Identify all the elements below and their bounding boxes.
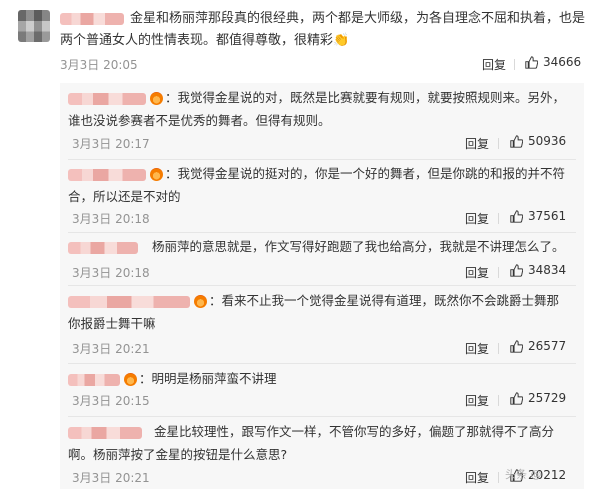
blurred-username[interactable] [68, 92, 146, 105]
fire-badge-icon [124, 373, 137, 386]
reply-button[interactable]: 回复 [465, 469, 489, 486]
like-count: 25729 [528, 391, 567, 405]
reply-time: 3月3日 20:15 [72, 394, 150, 408]
reply-time: 3月3日 20:18 [72, 266, 150, 280]
reply-time: 3月3日 20:21 [72, 471, 150, 485]
blurred-username[interactable] [60, 12, 124, 25]
reply-time: 3月3日 20:17 [72, 137, 150, 151]
divider [498, 472, 499, 483]
like-count: 37561 [528, 209, 567, 223]
reply-text: ：看来不止我一个觉得金星说得有道理，既然你不会跳爵士舞那你报爵士舞干嘛 [68, 293, 560, 331]
reply-text: ：我觉得金星说的对，既然是比赛就要有规则，就要按照规则来。另外，谁也没说参赛者不… [68, 90, 566, 128]
blurred-username[interactable] [68, 168, 146, 181]
reply-divider [68, 285, 576, 286]
like-count: 34834 [528, 263, 567, 277]
reply-text: 杨丽萍的意思就是，作文写得好跑题了我也给高分，我就是不讲理怎么了。 [68, 235, 568, 258]
reply-divider [68, 416, 576, 417]
thumbs-up-icon [510, 339, 523, 353]
main-comment-time: 3月3日 20:05 [60, 58, 138, 72]
fire-badge-icon [150, 168, 163, 181]
like-button[interactable]: 34834 [510, 263, 566, 277]
reply-text: 金星比较理性，跟写作文一样，不管你写的多好，偏题了那就得不了高分啊。杨丽萍按了金… [68, 424, 555, 462]
main-like-button[interactable]: 34666 [525, 55, 581, 69]
reply-divider [68, 232, 576, 233]
blurred-username[interactable] [68, 295, 190, 308]
reply-button[interactable]: 回复 [465, 392, 489, 409]
fire-badge-icon [194, 295, 207, 308]
like-button[interactable]: 50936 [510, 134, 566, 148]
main-reply-button[interactable]: 回复 [482, 56, 506, 73]
divider [498, 138, 499, 149]
like-count: 50936 [528, 134, 567, 148]
like-button[interactable]: 25729 [510, 391, 566, 405]
reply-button[interactable]: 回复 [465, 264, 489, 281]
divider [498, 267, 499, 278]
reply-text: ：明明是杨丽萍蛮不讲理 [68, 367, 568, 390]
blurred-username[interactable] [68, 241, 138, 254]
main-comment: 金星和杨丽萍那段真的很经典，两个都是大师级，为各自理念不屈和执着，也是两个普通女… [0, 0, 598, 80]
divider [498, 213, 499, 224]
reply-button[interactable]: 回复 [465, 340, 489, 357]
like-count: 34666 [543, 55, 582, 69]
clap-emoji-icon: 👏 [333, 33, 350, 48]
reply-time: 3月3日 20:21 [72, 342, 150, 356]
like-button[interactable]: 26577 [510, 339, 566, 353]
reply-divider [68, 363, 576, 364]
avatar[interactable] [18, 10, 50, 42]
divider [514, 59, 515, 70]
blurred-username[interactable] [68, 373, 120, 386]
thumbs-up-icon [510, 209, 523, 223]
divider [498, 343, 499, 354]
fire-badge-icon [150, 92, 163, 105]
reply-panel: ：我觉得金星说的对，既然是比赛就要有规则，就要按照规则来。另外，谁也没说参赛者不… [60, 83, 584, 489]
thumbs-up-icon [510, 134, 523, 148]
like-button[interactable]: 37561 [510, 209, 566, 223]
like-count: 26577 [528, 339, 567, 353]
blurred-username[interactable] [68, 426, 142, 439]
divider [498, 395, 499, 406]
watermark: 头条 @ [505, 468, 542, 481]
thumbs-up-icon [510, 391, 523, 405]
thumbs-up-icon [510, 263, 523, 277]
reply-time: 3月3日 20:18 [72, 212, 150, 226]
reply-divider [68, 159, 576, 160]
thumbs-up-icon [525, 55, 538, 69]
reply-button[interactable]: 回复 [465, 210, 489, 227]
main-comment-text: 金星和杨丽萍那段真的很经典，两个都是大师级，为各自理念不屈和执着，也是两个普通女… [60, 11, 586, 48]
reply-button[interactable]: 回复 [465, 135, 489, 152]
reply-text: ：我觉得金星说的挺对的，你是一个好的舞者，但是你跳的和报的并不符合，所以还是不对… [68, 166, 566, 204]
